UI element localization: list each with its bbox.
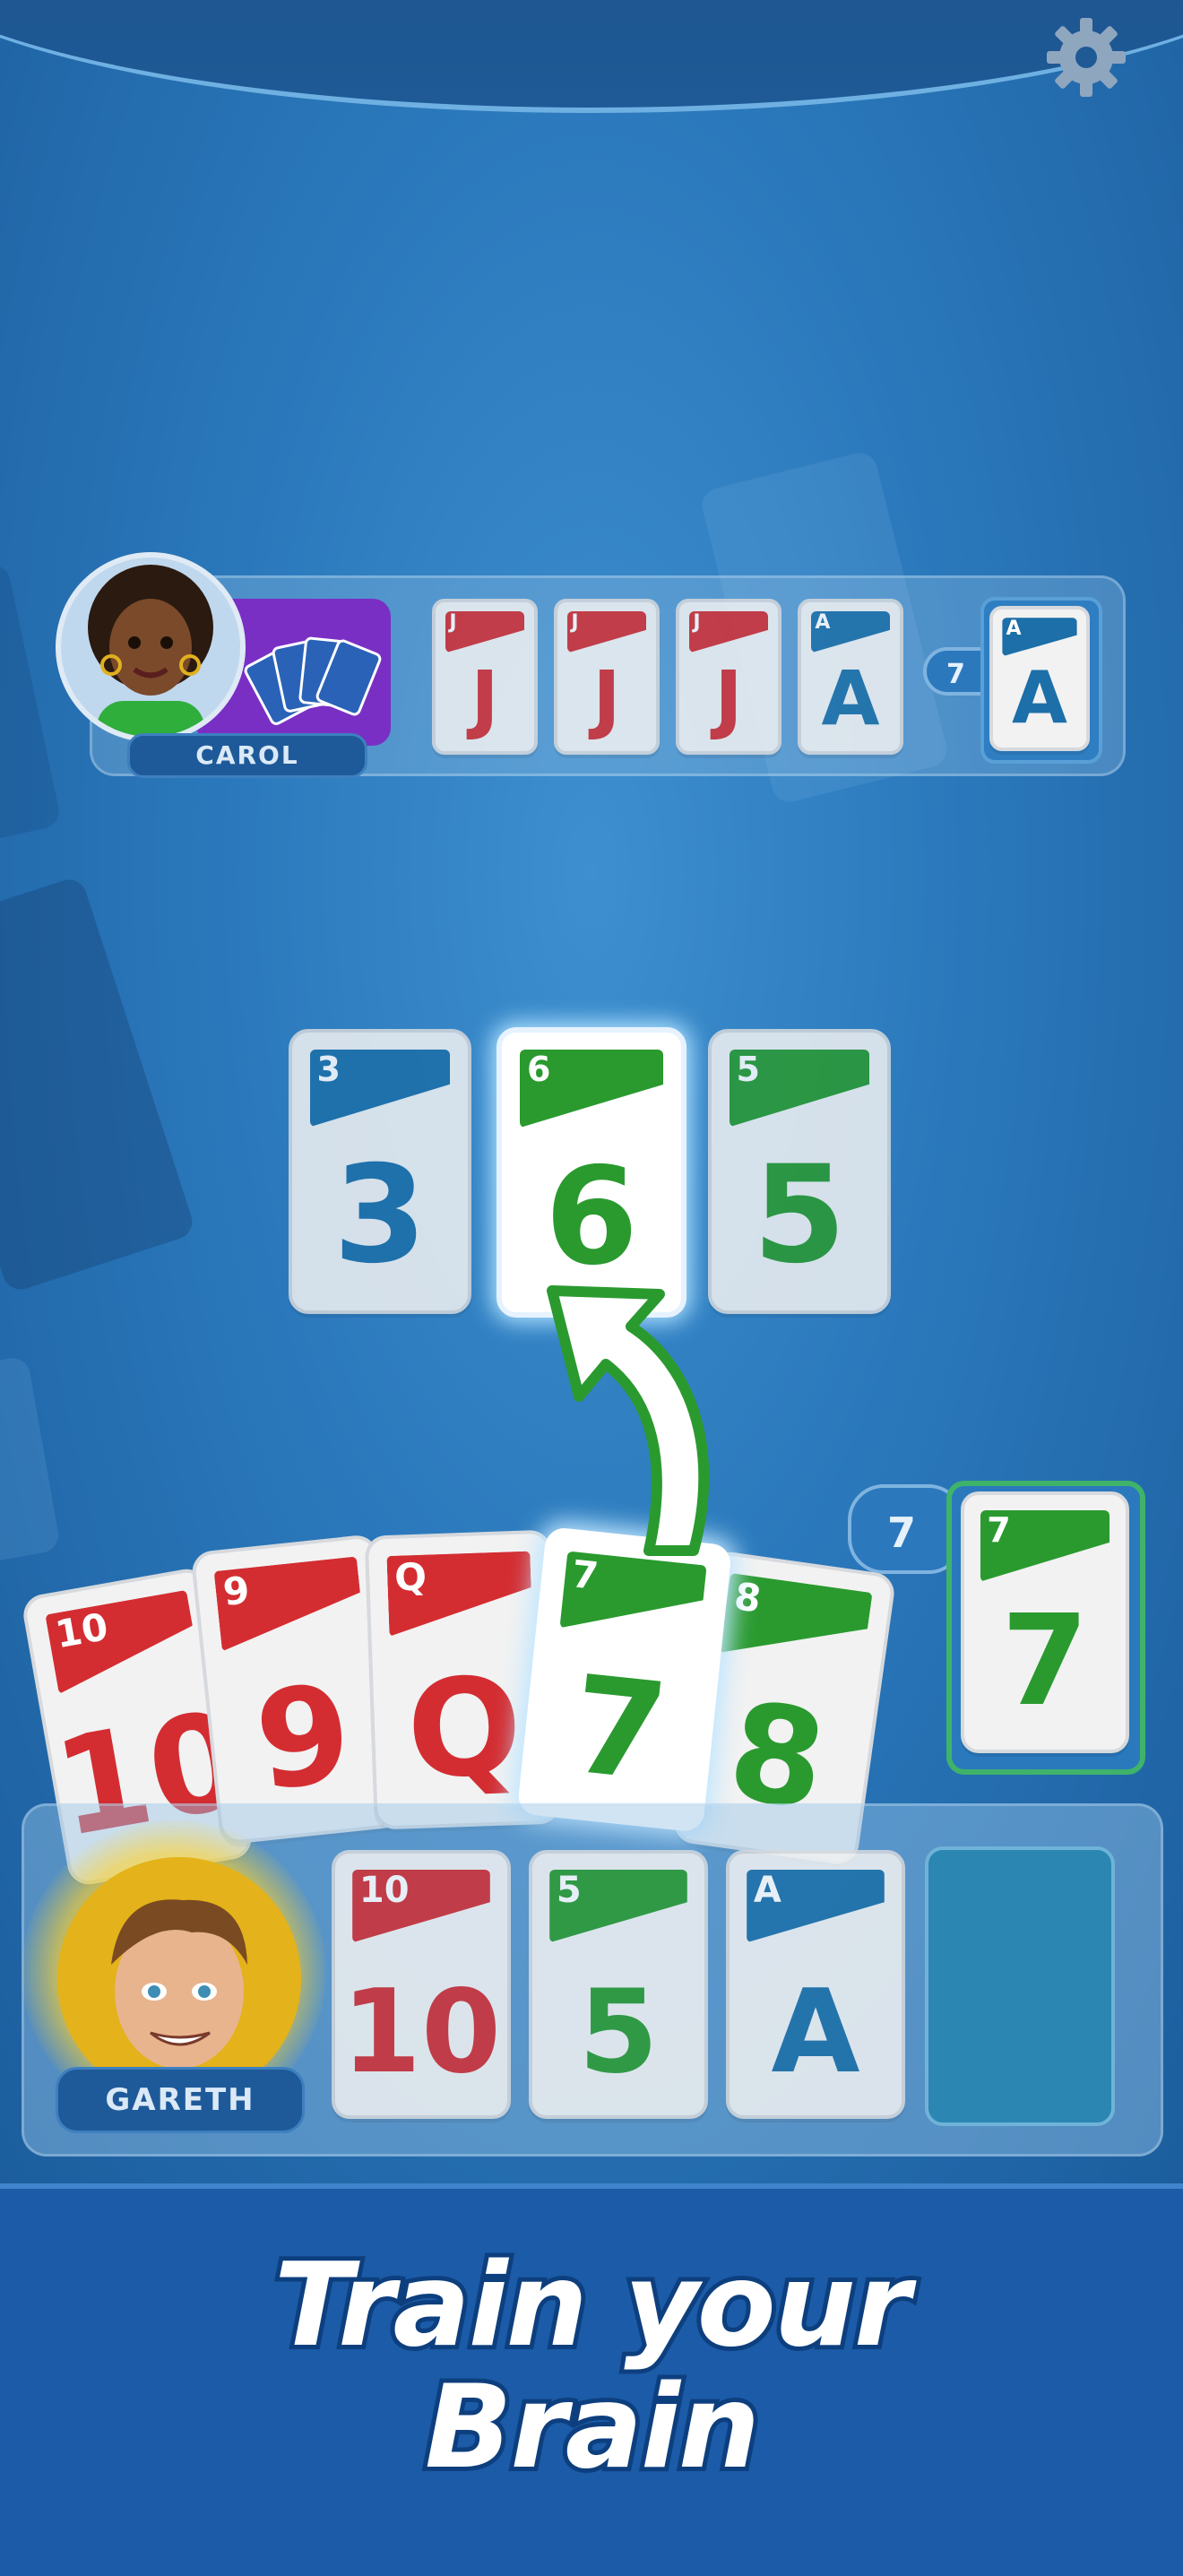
game-table: CAROL J J J J J J A A 7 A A 3 3 6 6 5 5 …	[0, 0, 1183, 2183]
background-card-shape	[0, 561, 63, 855]
opponent-avatar	[56, 552, 246, 742]
top-arc-decoration	[0, 0, 1183, 113]
player-avatar	[57, 1857, 301, 2101]
opponent-meld-card: J J	[432, 599, 538, 755]
hand-card-selected[interactable]: 7 7	[516, 1526, 733, 1833]
move-arrow-icon	[547, 1285, 710, 1556]
banner-headline-line2: Brain	[420, 2356, 764, 2499]
promo-banner: Train your Brain	[0, 2183, 1183, 2576]
opponent-name-tag: CAROL	[127, 733, 367, 778]
center-card[interactable]: 3 3	[289, 1029, 471, 1314]
card-fan-icon	[244, 636, 382, 725]
opponent-meld-card: J J	[554, 599, 660, 755]
opponent-meld-card: J J	[676, 599, 781, 755]
player-meld-card[interactable]: 5 5	[529, 1850, 708, 2119]
opponent-meld-card: A A	[798, 599, 903, 755]
player-name-tag: GARETH	[56, 2067, 305, 2133]
draw-pile-card[interactable]: 7 7	[961, 1491, 1129, 1753]
gear-icon[interactable]	[1041, 13, 1131, 102]
center-card[interactable]: 5 5	[708, 1029, 891, 1314]
banner-headline-line1: Train your	[270, 2235, 915, 2377]
background-card-shape	[0, 875, 197, 1294]
player-meld-card[interactable]: A A	[726, 1850, 905, 2119]
background-card-shape	[0, 1355, 62, 1567]
player-empty-slot[interactable]	[925, 1846, 1115, 2126]
player-meld-card[interactable]: 10 10	[332, 1850, 511, 2119]
opponent-pile-card: A A	[989, 606, 1090, 751]
